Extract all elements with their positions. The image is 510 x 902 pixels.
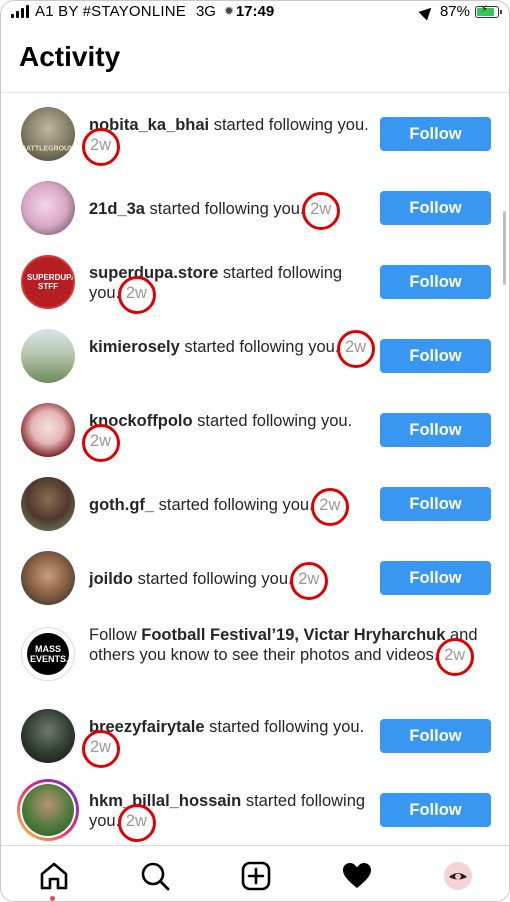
- activity-text: joildo started following you. 2w: [89, 562, 379, 600]
- battery-icon: [475, 4, 502, 18]
- battery-fill: [477, 4, 495, 16]
- timestamp: 2w: [81, 730, 121, 768]
- timestamp: 2w: [336, 330, 376, 368]
- battery-percent: 87%: [439, 3, 470, 20]
- activity-action: started following you.: [204, 718, 365, 736]
- timestamp: 2w: [311, 488, 350, 526]
- story-ring-inner: [20, 782, 76, 838]
- tab-bar: [1, 845, 509, 901]
- activity-row: BATTLEGROUNDS nobita_ka_bhai started fol…: [1, 101, 509, 175]
- page-title: Activity: [19, 41, 121, 72]
- activity-text: goth.gf_ started following you. 2w: [89, 488, 379, 526]
- timestamp: 2w: [436, 638, 475, 676]
- activity-text: kimierosely started following you. 2w: [89, 330, 376, 368]
- follow-button[interactable]: Follow: [380, 191, 491, 225]
- user-avatar[interactable]: BATTLEGROUNDS: [21, 107, 75, 161]
- timestamp: 2w: [117, 276, 156, 314]
- scrollbar[interactable]: [503, 211, 506, 285]
- new-post-icon[interactable]: [240, 860, 272, 892]
- location-arrow-icon: [418, 3, 436, 20]
- username-link[interactable]: 21d_3a: [89, 200, 145, 218]
- suggestion-names-link[interactable]: Football Festival’19, Victar Hryharchuk: [141, 626, 445, 644]
- profile-avatar-icon[interactable]: [442, 860, 474, 892]
- activity-action: started following you.: [192, 412, 353, 430]
- suggestion-avatar[interactable]: MASS EVENTS.: [21, 627, 75, 681]
- suggestion-row[interactable]: MASS EVENTS. Follow Football Festival’19…: [1, 619, 509, 715]
- story-ring[interactable]: [17, 779, 79, 841]
- user-avatar[interactable]: [21, 551, 75, 605]
- activity-action: started following you.: [144, 200, 305, 218]
- follow-button[interactable]: Follow: [380, 339, 491, 373]
- follow-button[interactable]: Follow: [380, 413, 491, 447]
- user-avatar[interactable]: [21, 477, 75, 531]
- username-link[interactable]: superdupa.store: [89, 264, 218, 282]
- activity-text: superdupa.store started following you. 2…: [89, 263, 371, 314]
- activity-action: started following you.: [154, 496, 314, 514]
- follow-button[interactable]: Follow: [380, 487, 491, 521]
- suggestion-text: Follow Football Festival’19, Victar Hryh…: [89, 625, 484, 676]
- activity-row: kimierosely started following you. 2w Fo…: [1, 323, 509, 397]
- user-avatar[interactable]: [21, 403, 75, 457]
- timestamp: 2w: [302, 192, 341, 230]
- follow-button[interactable]: Follow: [380, 265, 491, 299]
- username-link[interactable]: goth.gf_: [89, 496, 154, 514]
- activity-action: started following you.: [133, 570, 293, 588]
- activity-action: started following you.: [209, 116, 369, 134]
- follow-button[interactable]: Follow: [380, 117, 491, 151]
- phone-screen: A1 BY #STAYONLINE 3G 17:49 87% Activity …: [0, 0, 510, 902]
- activity-text: hkm_billal_hossain started following you…: [89, 791, 371, 842]
- activity-row: 21d_3a started following you. 2w Follow: [1, 175, 509, 249]
- search-icon[interactable]: [139, 860, 171, 892]
- activity-text: knockoffpolo started following you. 2w: [81, 411, 371, 462]
- user-avatar[interactable]: [21, 329, 75, 383]
- status-right: 87%: [418, 3, 502, 20]
- username-link[interactable]: hkm_billal_hossain: [89, 792, 241, 810]
- activity-text: breezyfairytale started following you. 2…: [81, 717, 371, 768]
- mass-events-logo-text: MASS EVENTS.: [30, 644, 69, 664]
- username-link[interactable]: kimierosely: [89, 338, 180, 356]
- activity-row: SUPERDUPA STFF superdupa.store started f…: [1, 249, 509, 323]
- suggestion-prefix: Follow: [89, 626, 142, 644]
- status-bar: A1 BY #STAYONLINE 3G 17:49 87%: [1, 1, 509, 23]
- activity-row: knockoffpolo started following you. 2w F…: [1, 397, 509, 471]
- store-logo-text: SUPERDUPA STFF: [27, 273, 75, 291]
- home-icon[interactable]: [38, 860, 70, 892]
- activity-text: 21d_3a started following you. 2w: [89, 192, 379, 230]
- follow-button[interactable]: Follow: [380, 561, 491, 595]
- active-tab-indicator: [50, 896, 55, 901]
- activity-text: nobita_ka_bhai started following you. 2w: [81, 115, 371, 166]
- user-avatar[interactable]: [21, 709, 75, 763]
- activity-row: breezyfairytale started following you. 2…: [1, 703, 509, 777]
- mass-events-logo: MASS EVENTS.: [27, 633, 69, 675]
- activity-header: Activity: [1, 23, 509, 93]
- activity-row: hkm_billal_hossain started following you…: [1, 777, 509, 845]
- follow-button[interactable]: Follow: [380, 719, 491, 753]
- username-link[interactable]: joildo: [89, 570, 133, 588]
- timestamp: 2w: [81, 128, 121, 166]
- activity-list[interactable]: BATTLEGROUNDS nobita_ka_bhai started fol…: [1, 93, 509, 845]
- timestamp: 2w: [290, 562, 329, 600]
- user-avatar[interactable]: SUPERDUPA STFF: [21, 255, 75, 309]
- timestamp: 2w: [81, 424, 121, 462]
- follow-button[interactable]: Follow: [380, 793, 491, 827]
- activity-row: goth.gf_ started following you. 2w Follo…: [1, 471, 509, 545]
- game-logo-text: BATTLEGROUNDS: [21, 145, 75, 153]
- user-avatar[interactable]: [21, 181, 75, 235]
- timestamp: 2w: [117, 804, 156, 842]
- activity-row: joildo started following you. 2w Follow: [1, 545, 509, 619]
- activity-action: started following you.: [179, 338, 340, 356]
- user-avatar: [22, 784, 74, 836]
- activity-heart-icon[interactable]: [341, 860, 373, 892]
